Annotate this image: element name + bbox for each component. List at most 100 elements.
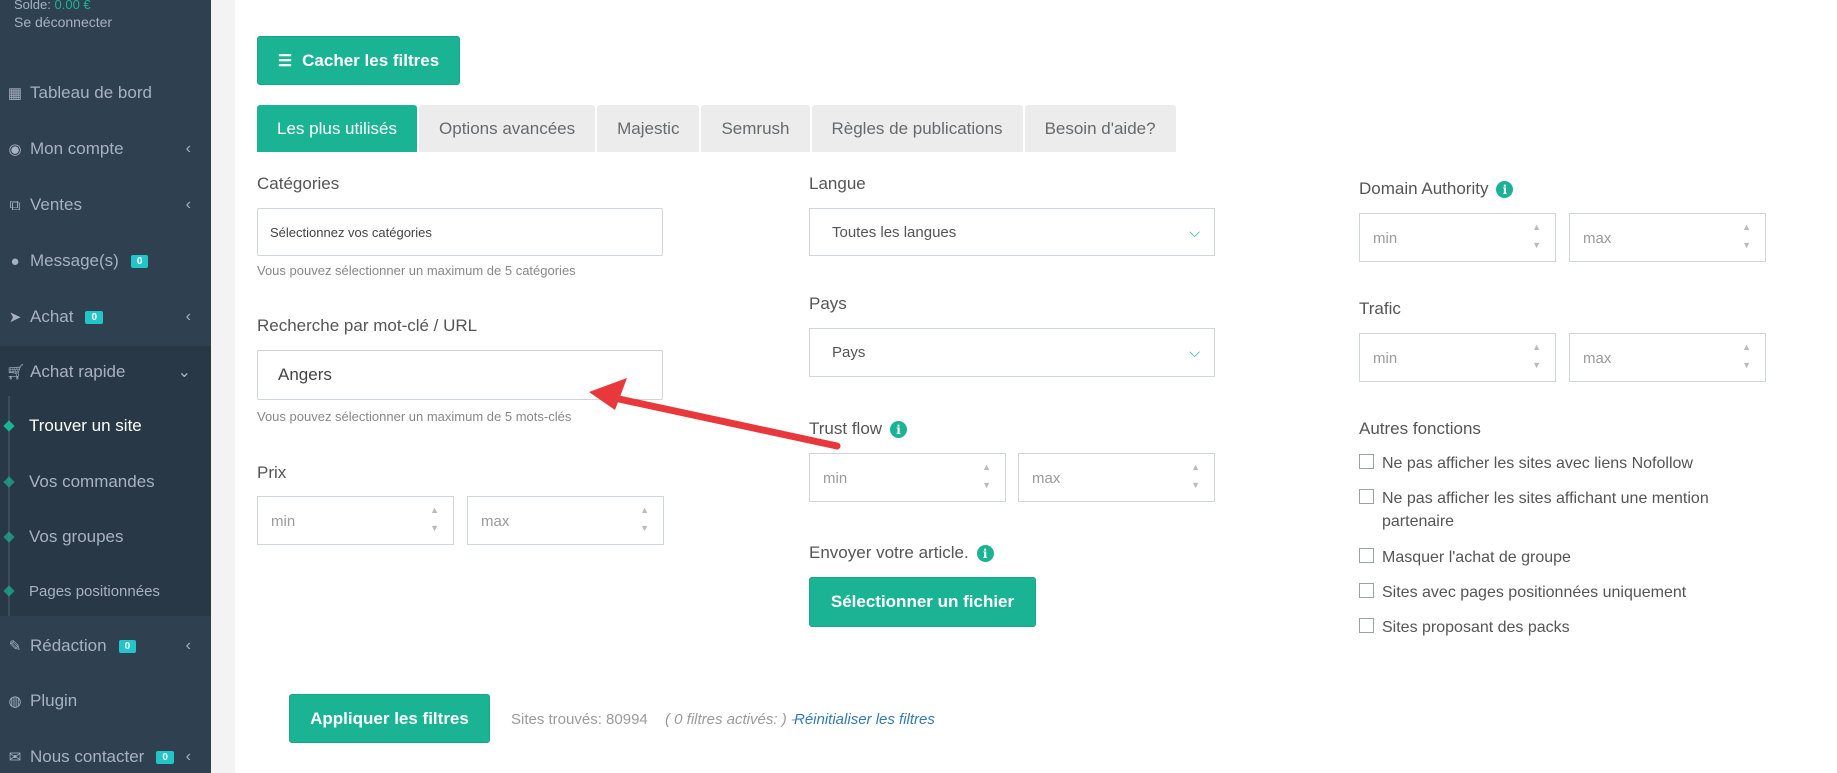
trust-flow-min-placeholder: min xyxy=(823,470,848,487)
language-value: Toutes les langues xyxy=(832,223,957,241)
submenu-item-label: Pages positionnées xyxy=(29,582,160,600)
other-functions-label: Autres fonctions xyxy=(1359,419,1481,438)
checkbox[interactable] xyxy=(1359,583,1374,598)
categories-value: Sélectionnez vos catégories xyxy=(270,224,432,240)
chevron-left-icon: ‹ xyxy=(185,140,191,157)
upload-label: Envoyer votre article. i xyxy=(809,543,994,563)
bullet-icon xyxy=(3,420,15,432)
spin-down-icon[interactable]: ▼ xyxy=(1742,240,1751,250)
option-ranked-pages-only[interactable]: Sites avec pages positionnées uniquement xyxy=(1359,581,1779,604)
sidebar-item-writing[interactable]: ✎ Rédaction 0 ‹ xyxy=(0,620,211,672)
chevron-left-icon: ‹ xyxy=(185,308,191,325)
spin-up-icon[interactable]: ▲ xyxy=(1191,462,1200,472)
count-badge: 0 xyxy=(156,750,174,764)
traffic-max-placeholder: max xyxy=(1583,350,1612,367)
submenu-item-find-site[interactable]: Trouver un site xyxy=(0,401,211,451)
info-icon[interactable]: i xyxy=(976,545,994,563)
sidebar-item-messages[interactable]: ● Message(s) 0 xyxy=(0,235,211,287)
domain-authority-max-input[interactable]: max ▲ ▼ xyxy=(1569,213,1766,262)
keyword-input[interactable]: Angers xyxy=(257,350,663,400)
country-label: Pays xyxy=(809,294,847,313)
language-label: Langue xyxy=(809,174,866,193)
reset-filters-link[interactable]: Réinitialiser les filtres xyxy=(794,711,935,728)
paper-plane-icon: ➤ xyxy=(8,309,22,326)
domain-authority-min-input[interactable]: min ▲ ▼ xyxy=(1359,213,1556,262)
traffic-min-input[interactable]: min ▲ ▼ xyxy=(1359,333,1556,382)
language-select[interactable]: Toutes les langues ⌵ xyxy=(809,208,1215,256)
option-hide-group-purchase[interactable]: Masquer l'achat de groupe xyxy=(1359,546,1779,569)
spin-up-icon[interactable]: ▲ xyxy=(1742,222,1751,232)
sidebar-item-plugin[interactable]: ◍ Plugin xyxy=(0,675,211,727)
tab-publication-rules[interactable]: Règles de publications xyxy=(811,105,1023,152)
tab-advanced-options[interactable]: Options avancées xyxy=(419,105,596,152)
chevron-left-icon: ‹ xyxy=(185,637,191,654)
price-min-placeholder: min xyxy=(271,513,296,530)
chevron-left-icon: ‹ xyxy=(185,748,191,765)
apply-filters-button[interactable]: Appliquer les filtres xyxy=(289,694,490,743)
spin-up-icon[interactable]: ▲ xyxy=(1532,342,1541,352)
info-icon[interactable]: i xyxy=(1496,181,1514,199)
logout-link[interactable]: Se déconnecter xyxy=(14,14,112,30)
submenu-item-orders[interactable]: Vos commandes xyxy=(0,457,211,507)
sidebar-item-dashboard[interactable]: ▦ Tableau de bord xyxy=(0,67,211,119)
keyword-value: Angers xyxy=(278,365,332,384)
info-icon[interactable]: i xyxy=(890,421,908,439)
submenu-item-label: Trouver un site xyxy=(29,416,142,435)
chevron-down-icon: ⌵ xyxy=(1189,344,1200,360)
spin-down-icon[interactable]: ▼ xyxy=(982,480,991,490)
sidebar-item-purchase[interactable]: ➤ Achat 0 ‹ xyxy=(0,291,211,343)
sales-icon: ⧉ xyxy=(9,196,21,214)
tab-majestic[interactable]: Majestic xyxy=(597,105,700,152)
spin-up-icon[interactable]: ▲ xyxy=(430,505,439,515)
spin-down-icon[interactable]: ▼ xyxy=(640,523,649,533)
keyword-hint: Vous pouvez sélectionner un maximum de 5… xyxy=(257,409,572,424)
checkbox[interactable] xyxy=(1359,548,1374,563)
trust-flow-label: Trust flow i xyxy=(809,419,908,439)
submenu-item-label: Vos commandes xyxy=(29,472,155,491)
tab-most-used[interactable]: Les plus utilisés xyxy=(257,105,418,152)
tab-help[interactable]: Besoin d'aide? xyxy=(1024,105,1176,152)
submenu-item-groups[interactable]: Vos groupes xyxy=(0,512,211,562)
spin-down-icon[interactable]: ▼ xyxy=(1742,360,1751,370)
checkbox[interactable] xyxy=(1359,618,1374,633)
chevron-down-icon: ⌄ xyxy=(177,364,191,381)
sidebar-item-sales[interactable]: ⧉ Ventes ‹ xyxy=(0,179,211,231)
categories-select[interactable]: Sélectionnez vos catégories xyxy=(257,208,663,256)
country-select[interactable]: Pays ⌵ xyxy=(809,328,1215,377)
chevron-left-icon: ‹ xyxy=(185,196,191,213)
country-value: Pays xyxy=(832,344,866,361)
option-label: Sites avec pages positionnées uniquement xyxy=(1382,584,1687,601)
spin-down-icon[interactable]: ▼ xyxy=(430,523,439,533)
dashboard-icon: ▦ xyxy=(7,85,23,102)
spin-up-icon[interactable]: ▲ xyxy=(1532,222,1541,232)
sidebar-item-contact[interactable]: ✉ Nous contacter 0 ‹ xyxy=(0,731,211,773)
checkbox[interactable] xyxy=(1359,454,1374,469)
price-min-input[interactable]: min ▲ ▼ xyxy=(257,496,454,545)
option-label: Ne pas afficher les sites affichant une … xyxy=(1382,490,1709,530)
trust-flow-min-input[interactable]: min ▲ ▼ xyxy=(809,453,1006,502)
option-hide-nofollow[interactable]: Ne pas afficher les sites avec liens Nof… xyxy=(1359,452,1779,475)
sidebar-item-account[interactable]: ◉ Mon compte ‹ xyxy=(0,123,211,175)
hide-filters-button[interactable]: ☰ Cacher les filtres xyxy=(257,36,460,85)
spin-down-icon[interactable]: ▼ xyxy=(1532,240,1541,250)
traffic-max-input[interactable]: max ▲ ▼ xyxy=(1569,333,1766,382)
tab-semrush[interactable]: Semrush xyxy=(701,105,810,152)
sidebar-item-label: Tableau de bord xyxy=(30,83,152,102)
trust-flow-max-input[interactable]: max ▲ ▼ xyxy=(1018,453,1215,502)
sidebar-item-quick-purchase[interactable]: 🛒︎ Achat rapide ⌄ xyxy=(0,346,211,398)
option-packs[interactable]: Sites proposant des packs xyxy=(1359,616,1779,639)
select-file-button[interactable]: Sélectionner un fichier xyxy=(809,577,1036,627)
spin-down-icon[interactable]: ▼ xyxy=(1532,360,1541,370)
submenu-item-ranked-pages[interactable]: Pages positionnées xyxy=(0,566,211,616)
spin-down-icon[interactable]: ▼ xyxy=(1191,480,1200,490)
checkbox[interactable] xyxy=(1359,489,1374,504)
price-max-input[interactable]: max ▲ ▼ xyxy=(467,496,664,545)
spin-up-icon[interactable]: ▲ xyxy=(982,462,991,472)
sidebar-item-label: Nous contacter xyxy=(30,747,145,766)
spin-up-icon[interactable]: ▲ xyxy=(640,505,649,515)
user-icon: ◉ xyxy=(8,141,22,158)
spin-up-icon[interactable]: ▲ xyxy=(1742,342,1751,352)
hide-filters-label: Cacher les filtres xyxy=(302,50,440,70)
option-hide-partner[interactable]: Ne pas afficher les sites affichant une … xyxy=(1359,487,1759,533)
bullet-icon xyxy=(3,476,15,488)
